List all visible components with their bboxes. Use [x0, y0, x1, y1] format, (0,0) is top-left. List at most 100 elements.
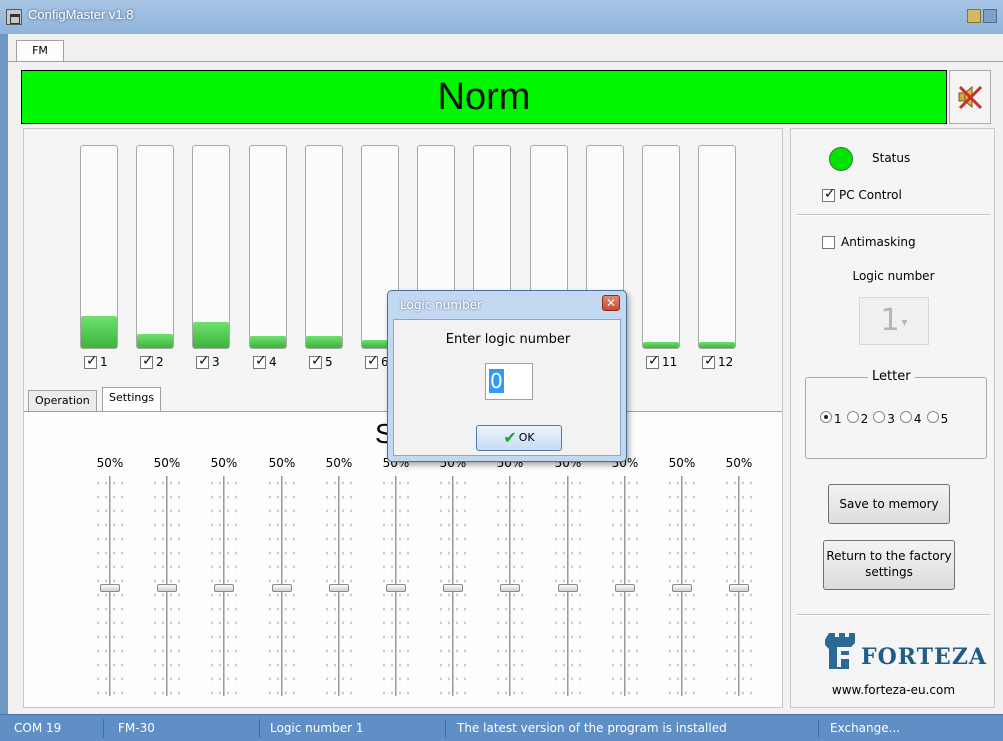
slider-thumb[interactable] [157, 584, 177, 592]
checkbox-icon [822, 235, 835, 249]
pc-control-label: PC Control [839, 188, 902, 202]
logic-number-label: Logic number [852, 269, 935, 283]
mute-button[interactable] [949, 70, 991, 124]
close-icon[interactable]: ✕ [602, 295, 620, 311]
channel-label: 1 [100, 355, 108, 369]
close-icon[interactable] [983, 9, 997, 23]
channel-checkbox[interactable]: 2 [140, 353, 164, 369]
checkbox-icon [646, 353, 660, 369]
level-bar [249, 145, 287, 349]
sensitivity-slider[interactable] [490, 476, 530, 706]
logic-number-value: 1 [880, 303, 900, 338]
sensitivity-percent: 50% [96, 456, 124, 470]
antimasking-label: Antimasking [841, 235, 916, 249]
letter-radio-5[interactable]: 5 [926, 411, 948, 426]
checkbox-icon [702, 353, 716, 369]
sensitivity-percent: 50% [153, 456, 181, 470]
letter-radios: 1 2 3 4 5 [820, 411, 951, 426]
letter-radio-4[interactable]: 4 [899, 411, 922, 426]
ok-label: OK [518, 431, 535, 444]
sensitivity-slider[interactable] [605, 476, 645, 706]
sensitivity-slider[interactable] [204, 476, 244, 706]
channel-label: 4 [269, 355, 277, 369]
factory-reset-button[interactable]: Return to the factory settings [823, 540, 955, 590]
slider-thumb[interactable] [729, 584, 749, 592]
sensitivity-slider[interactable] [319, 476, 359, 706]
dialog-body: Enter logic number 0 ✔ OK [393, 319, 621, 456]
slider-thumb[interactable] [272, 584, 292, 592]
chevron-down-icon: ▾ [901, 314, 908, 329]
antimasking-checkbox[interactable]: Antimasking [822, 235, 916, 249]
level-fill [81, 316, 117, 348]
sensitivity-slider[interactable] [662, 476, 702, 706]
logic-number-input[interactable]: 0 [485, 363, 533, 400]
level-bar [136, 145, 174, 349]
level-fill [699, 342, 735, 348]
tab-fm[interactable]: FM [16, 40, 64, 62]
dialog-title: Logic number [400, 298, 483, 312]
checkbox-icon [84, 353, 98, 369]
sensitivity-slider[interactable] [548, 476, 588, 706]
slider-thumb[interactable] [329, 584, 349, 592]
level-fill [306, 336, 342, 348]
divider [797, 214, 990, 216]
minimize-icon[interactable] [967, 9, 981, 23]
sensitivity-slider[interactable] [147, 476, 187, 706]
letter-radio-2[interactable]: 2 [846, 411, 868, 426]
sensitivity-slider[interactable] [90, 476, 130, 706]
status-bar: COM 19 FM-30 Logic number 1 The latest v… [0, 714, 1003, 741]
factory-button-line2: settings [865, 565, 913, 579]
channel-checkbox[interactable]: 11 [646, 353, 677, 369]
letter-radio-1[interactable]: 1 [820, 411, 842, 426]
letter-radio-3[interactable]: 3 [873, 411, 895, 426]
slider-thumb[interactable] [443, 584, 463, 592]
channel-label: 12 [718, 355, 734, 369]
letter-group-title: Letter [868, 369, 915, 384]
checkbox-icon [253, 353, 267, 369]
slider-thumb[interactable] [672, 584, 692, 592]
sensitivity-slider[interactable] [376, 476, 416, 706]
castle-logo-icon [823, 633, 855, 669]
save-to-memory-button[interactable]: Save to memory [828, 484, 950, 524]
sensitivity-percent: 50% [325, 456, 353, 470]
level-fill [137, 334, 173, 348]
channel-checkbox[interactable]: 6 [365, 353, 389, 369]
sensitivity-slider[interactable] [433, 476, 473, 706]
sensitivity-percent: 50% [268, 456, 296, 470]
speaker-mute-icon [958, 85, 983, 110]
pc-control-checkbox[interactable]: PC Control [822, 186, 902, 202]
sensitivity-slider[interactable] [719, 476, 759, 706]
channel-checkbox[interactable]: 4 [253, 353, 277, 369]
control-panel: Status PC Control Antimasking Logic numb… [790, 128, 995, 708]
channel-checkbox[interactable]: 5 [309, 353, 333, 369]
divider [797, 614, 990, 616]
slider-thumb[interactable] [386, 584, 406, 592]
channel-checkbox[interactable]: 1 [84, 353, 108, 369]
slider-thumb[interactable] [100, 584, 120, 592]
tab-operation[interactable]: Operation [28, 390, 97, 411]
level-fill [193, 322, 229, 348]
slider-thumb[interactable] [500, 584, 520, 592]
logic-number-combo[interactable]: 1 ▾ [859, 297, 929, 345]
letter-radio-label: 1 [834, 412, 842, 426]
channel-checkbox[interactable]: 12 [702, 353, 734, 369]
logic-number-dialog: Logic number ✕ Enter logic number 0 ✔ OK [387, 290, 627, 462]
ok-button[interactable]: ✔ OK [476, 425, 562, 451]
slider-thumb[interactable] [615, 584, 635, 592]
logo-text: FORTEZA [861, 644, 987, 670]
slider-thumb[interactable] [558, 584, 578, 592]
window-title: ConfigMaster v1.8 [28, 7, 134, 22]
website-url: www.forteza-eu.com [831, 683, 956, 697]
dialog-prompt: Enter logic number [445, 332, 571, 347]
input-value: 0 [489, 369, 504, 393]
status-indicator [829, 147, 853, 171]
status-model: FM-30 [118, 719, 260, 738]
forteza-logo: FORTEZA [823, 629, 986, 679]
slider-thumb[interactable] [214, 584, 234, 592]
level-fill [643, 342, 679, 348]
checkbox-icon [365, 353, 379, 369]
channel-checkbox[interactable]: 3 [196, 353, 220, 369]
sensitivity-slider[interactable] [262, 476, 302, 706]
tab-settings[interactable]: Settings [102, 387, 162, 411]
level-bar [305, 145, 343, 349]
